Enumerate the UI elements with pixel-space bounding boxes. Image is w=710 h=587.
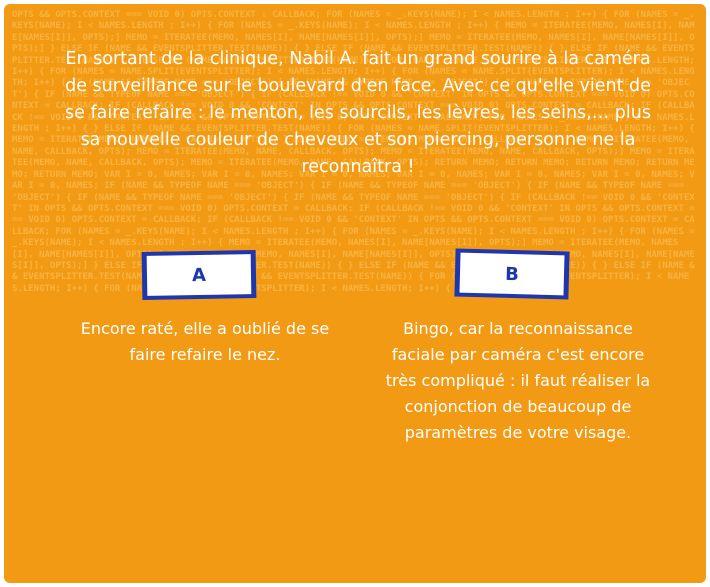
choice-b-button[interactable]: B: [454, 248, 570, 300]
question-text: En sortant de la clinique, Nabil A. fait…: [65, 49, 651, 177]
quiz-card: OPTS && OPTS.CONTEXT === VOID 0) OPTS.CO…: [4, 4, 706, 583]
choice-b-label: B: [459, 252, 565, 296]
choice-a-label: A: [146, 254, 252, 296]
choice-a-button[interactable]: A: [141, 250, 257, 300]
choice-a-answer: Encore raté, elle a oublié de se faire r…: [80, 319, 330, 364]
choice-b-answer: Bingo, car la reconnaissance faciale par…: [385, 319, 651, 442]
